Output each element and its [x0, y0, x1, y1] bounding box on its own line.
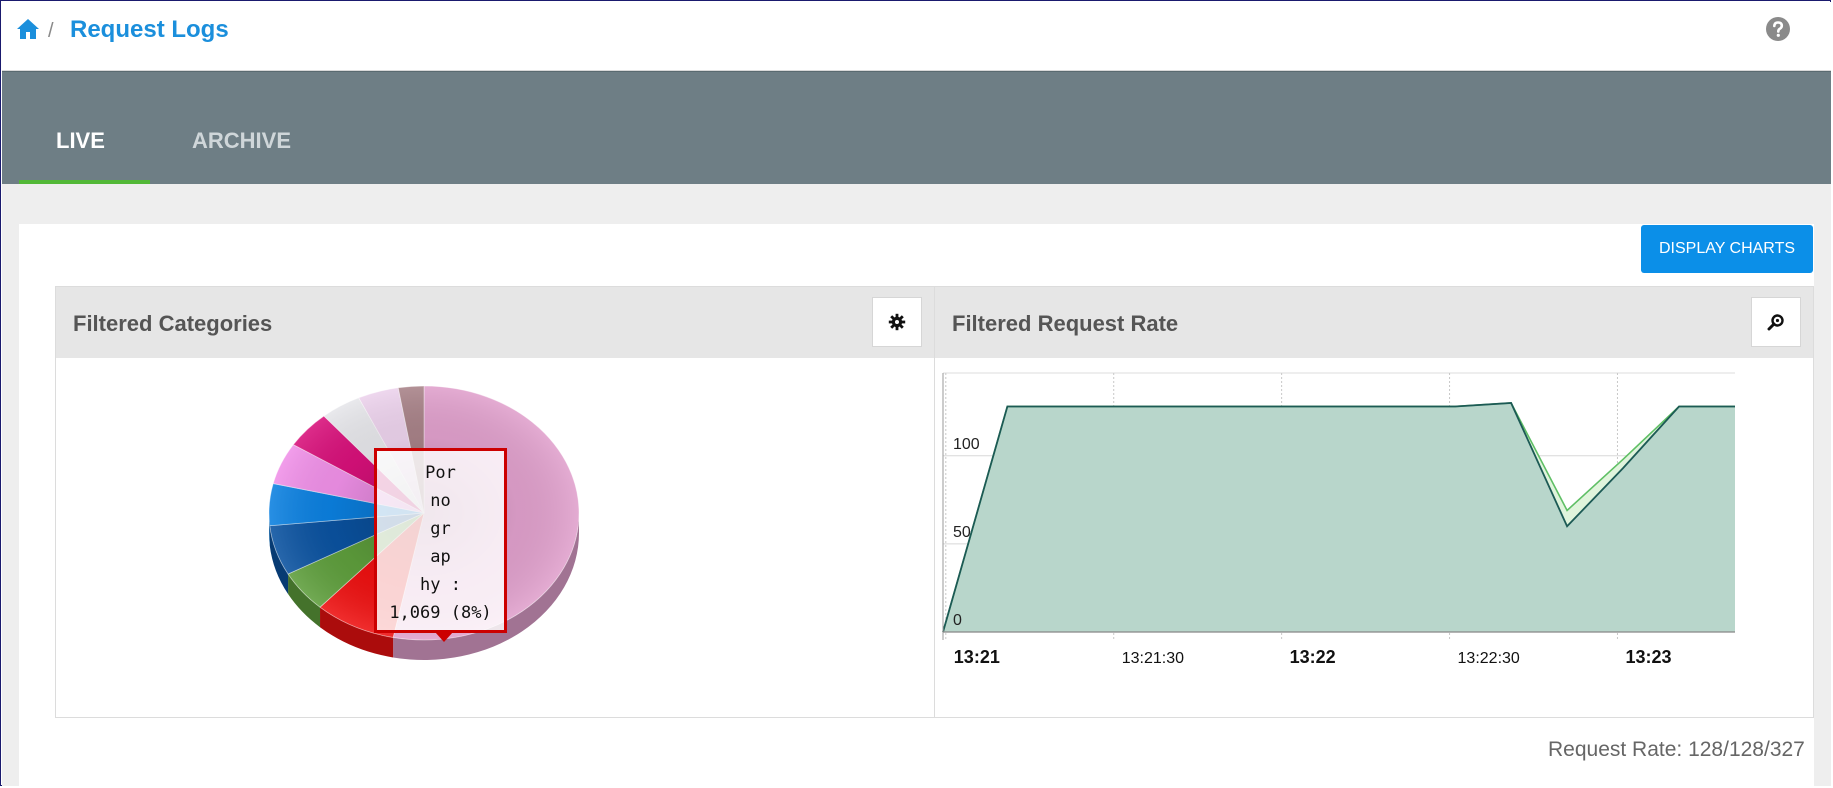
home-icon[interactable] — [16, 18, 40, 40]
tooltip-line: hy : — [420, 575, 461, 595]
chart-settings-button[interactable] — [872, 297, 922, 347]
top-bar: / Request Logs — [2, 2, 1831, 71]
tooltip-value: 1,069 (8%) — [389, 603, 492, 623]
request-rate-readout: Request Rate: 128/128/327 — [1548, 738, 1805, 761]
help-icon[interactable] — [1765, 16, 1791, 42]
tooltip-arrow — [435, 632, 453, 642]
tooltip-line: no — [430, 491, 451, 511]
tab-bar: LIVE ARCHIVE — [2, 71, 1831, 185]
x-tick-label: 13:21:30 — [1122, 650, 1184, 667]
panel-header: Filtered Categories — [56, 287, 934, 358]
y-tick-label: 50 — [953, 524, 971, 541]
x-tick-label: 13:22 — [1290, 647, 1336, 667]
pie-tooltip: Por no gr ap hy : 1,069 (8%) — [374, 448, 507, 642]
x-tick-label: 13:23 — [1625, 647, 1671, 667]
tooltip-line: Por — [425, 463, 456, 483]
zoom-icon — [1767, 314, 1784, 331]
panel-title: Filtered Request Rate — [952, 311, 1179, 336]
breadcrumb-separator: / — [48, 20, 54, 42]
display-charts-button[interactable]: DISPLAY CHARTS — [1641, 225, 1813, 273]
panel-header: Filtered Request Rate — [935, 287, 1813, 358]
page-title[interactable]: Request Logs — [70, 16, 229, 44]
y-tick-label: 100 — [953, 436, 980, 453]
tooltip-line: gr — [430, 519, 451, 539]
x-tick-label: 13:22:30 — [1458, 650, 1520, 667]
area-series-main — [943, 402, 1735, 632]
gear-icon — [888, 313, 906, 331]
y-tick-label: 0 — [953, 612, 962, 629]
filtered-categories-panel: Filtered Categories Por no gr ap hy: 1,… — [55, 286, 935, 718]
request-rate-area-chart[interactable]: 0 50 100 13:21 13:21:30 13:22 13:22:30 13:23 — [935, 358, 1813, 717]
tooltip-line: ap — [430, 547, 451, 567]
filtered-request-rate-panel: Filtered Request Rate 0 50 100 13:21 13:21:3… — [934, 286, 1814, 718]
tab-live[interactable]: LIVE — [56, 128, 105, 154]
tab-archive[interactable]: ARCHIVE — [192, 128, 291, 154]
x-tick-label: 13:21 — [954, 647, 1000, 667]
panel-title: Filtered Categories — [73, 311, 273, 336]
chart-zoom-button[interactable] — [1751, 297, 1801, 347]
